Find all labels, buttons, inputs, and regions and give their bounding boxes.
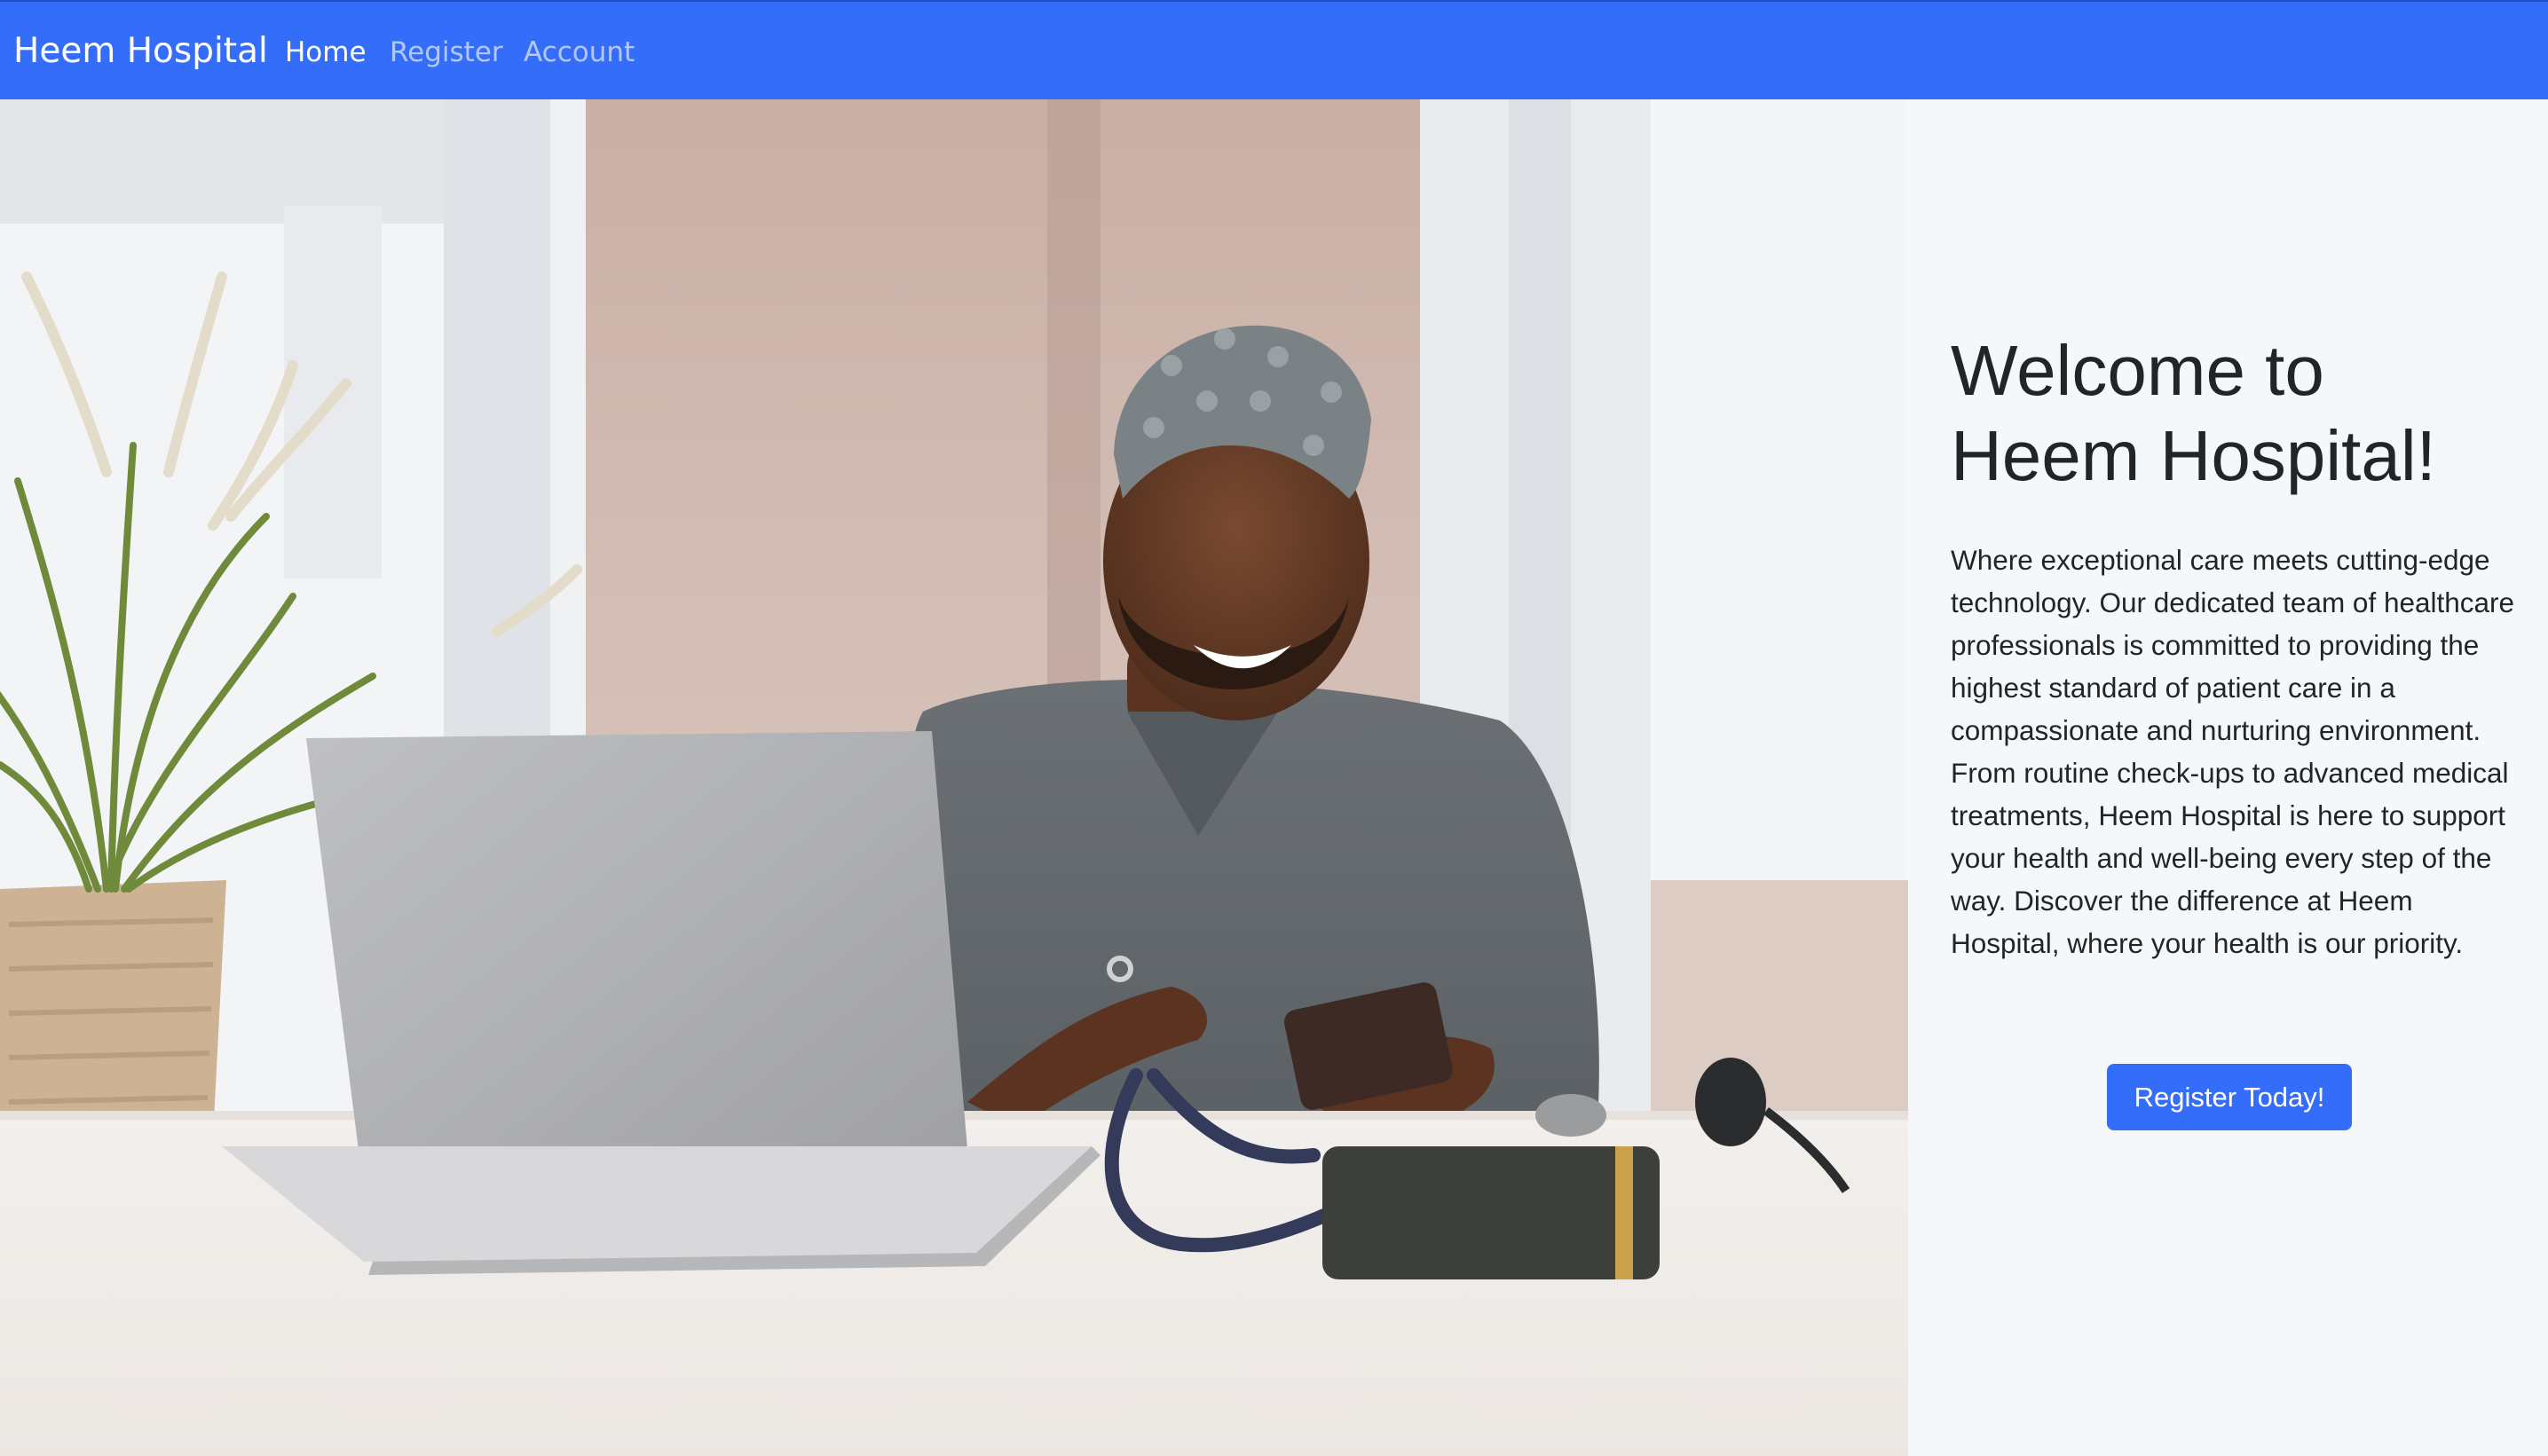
welcome-text: Where exceptional care meets cutting-edg… <box>1951 544 2515 959</box>
nav-link-register[interactable]: Register <box>390 30 503 75</box>
hero-carousel <box>0 99 1908 1456</box>
welcome-panel: Welcome to Heem Hospital! Where exceptio… <box>1908 99 2548 1456</box>
nav-link-home[interactable]: Home <box>285 30 367 75</box>
navbar-brand[interactable]: Heem Hospital <box>13 27 268 76</box>
register-today-button[interactable]: Register Today! <box>2107 1064 2352 1130</box>
nav-link-account[interactable]: Account <box>524 30 635 75</box>
welcome-title: Welcome to Heem Hospital! <box>1951 331 2436 495</box>
navbar: Heem Hospital Home Register Account <box>0 0 2548 99</box>
hero-image <box>0 99 1908 1456</box>
